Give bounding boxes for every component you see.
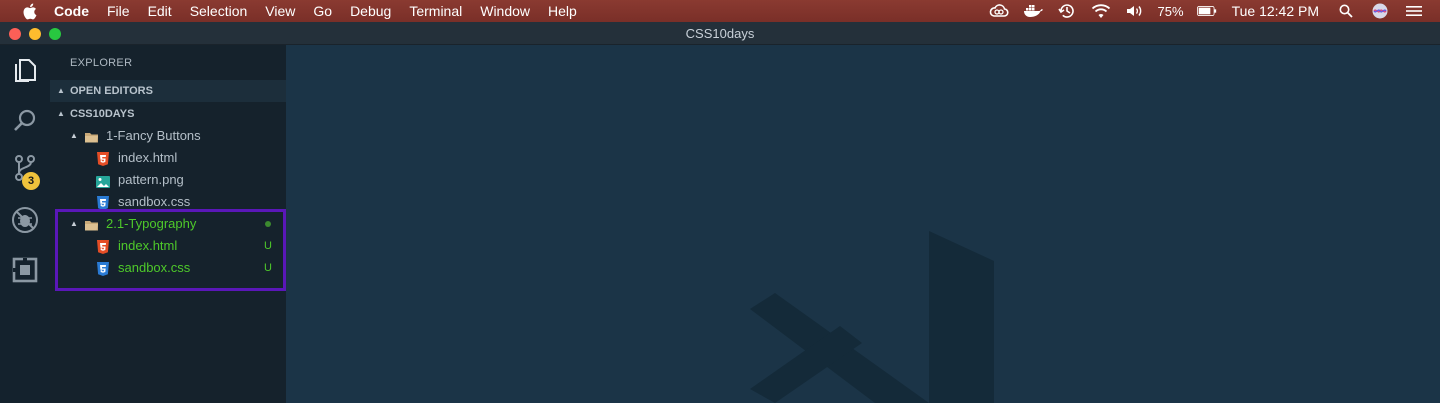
file-label: index.html xyxy=(118,150,178,165)
notification-center-icon[interactable] xyxy=(1404,3,1424,19)
vscode-logo-watermark-icon xyxy=(750,231,994,403)
source-control-badge: 3 xyxy=(22,172,40,190)
html5-icon xyxy=(97,151,111,166)
menu-selection[interactable]: Selection xyxy=(190,0,248,22)
creative-cloud-icon[interactable] xyxy=(989,3,1009,19)
caret-down-icon: ▲ xyxy=(70,131,78,140)
time-machine-icon[interactable] xyxy=(1057,3,1077,19)
css3-icon xyxy=(97,195,111,210)
open-editors-section[interactable]: ▲ OPEN EDITORS xyxy=(50,80,286,102)
extensions-icon[interactable] xyxy=(10,255,40,285)
folder-row-fancy-buttons[interactable]: ▲ 1-Fancy Buttons xyxy=(50,125,286,147)
window-title-bar: CSS10days xyxy=(0,22,1440,45)
explorer-title: EXPLORER xyxy=(70,57,133,69)
caret-right-icon: ▲ xyxy=(57,86,65,95)
wifi-icon[interactable] xyxy=(1091,3,1111,19)
volume-icon[interactable] xyxy=(1125,3,1145,19)
battery-icon[interactable] xyxy=(1196,3,1217,19)
siri-icon[interactable] xyxy=(1370,3,1390,19)
folder-open-icon xyxy=(84,129,98,143)
spotlight-search-icon[interactable] xyxy=(1336,3,1356,19)
menu-window[interactable]: Window xyxy=(480,0,530,22)
caret-down-icon: ▲ xyxy=(57,109,65,118)
project-section[interactable]: ▲ CSS10DAYS xyxy=(50,103,286,125)
menu-debug[interactable]: Debug xyxy=(350,0,391,22)
menu-app-code[interactable]: Code xyxy=(54,0,89,22)
macos-menu-bar: Code File Edit Selection View Go Debug T… xyxy=(0,0,1440,22)
editor-area xyxy=(286,45,1440,403)
file-label: pattern.png xyxy=(118,172,184,187)
menu-go[interactable]: Go xyxy=(313,0,332,22)
debug-icon[interactable] xyxy=(10,205,40,235)
folder-label: 1-Fancy Buttons xyxy=(106,128,201,143)
battery-percent: 75% xyxy=(1157,3,1184,19)
image-file-icon xyxy=(96,173,110,188)
menu-view[interactable]: View xyxy=(265,0,295,22)
project-label: CSS10DAYS xyxy=(70,108,135,120)
docker-icon[interactable] xyxy=(1023,3,1043,19)
menu-help[interactable]: Help xyxy=(548,0,577,22)
window-title: CSS10days xyxy=(685,26,755,41)
highlight-annotation-box xyxy=(55,209,286,291)
explorer-files-icon[interactable] xyxy=(10,55,40,85)
window-minimize-button[interactable] xyxy=(29,28,41,40)
open-editors-label: OPEN EDITORS xyxy=(70,85,153,97)
menu-terminal[interactable]: Terminal xyxy=(409,0,462,22)
menubar-clock[interactable]: Tue 12:42 PM xyxy=(1232,3,1319,19)
file-row-pattern-png[interactable]: pattern.png xyxy=(50,169,286,191)
window-close-button[interactable] xyxy=(9,28,21,40)
window-maximize-button[interactable] xyxy=(49,28,61,40)
file-row-index-html[interactable]: index.html xyxy=(50,147,286,169)
activity-bar: 3 xyxy=(0,45,50,403)
menu-file[interactable]: File xyxy=(107,0,130,22)
status-tray: 75% Tue 12:42 PM xyxy=(982,0,1440,22)
menu-edit[interactable]: Edit xyxy=(148,0,172,22)
search-icon[interactable] xyxy=(10,105,40,135)
apple-icon[interactable] xyxy=(20,2,38,20)
